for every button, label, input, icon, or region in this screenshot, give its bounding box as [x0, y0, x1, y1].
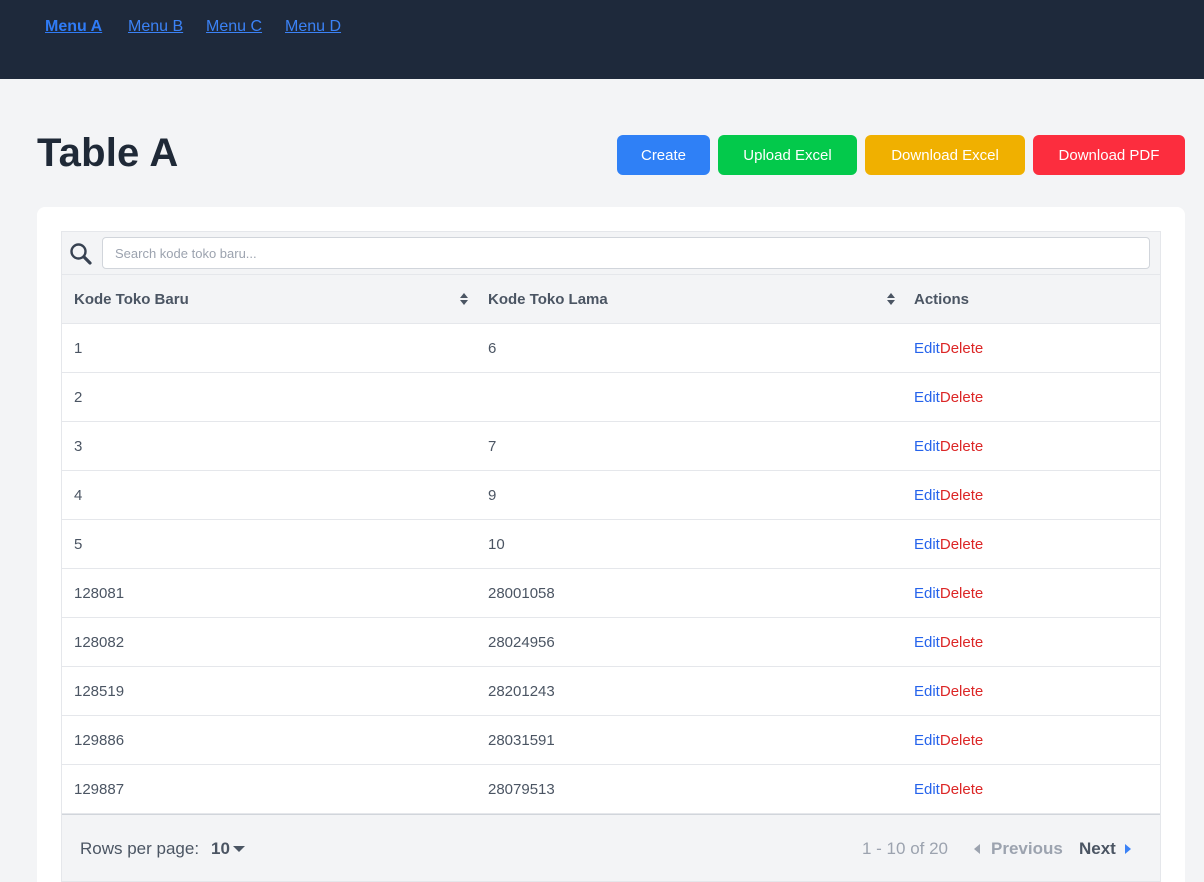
cell-kode-toko-lama: 28024956 [488, 634, 555, 651]
cell-actions: Edit Delete [914, 618, 983, 667]
page-title: Table A [37, 131, 179, 175]
chevron-right-icon [1124, 844, 1131, 854]
delete-link[interactable]: Delete [940, 683, 983, 700]
edit-link[interactable]: Edit [914, 487, 940, 504]
cell-actions: Edit Delete [914, 667, 983, 716]
edit-link[interactable]: Edit [914, 438, 940, 455]
edit-link[interactable]: Edit [914, 536, 940, 553]
sort-icon[interactable] [459, 291, 469, 307]
cell-kode-toko-baru: 1 [74, 340, 83, 357]
table-row: 4 9 Edit Delete [62, 471, 1160, 520]
rows-per-page-select[interactable]: 10 [211, 839, 245, 859]
caret-down-icon [232, 846, 245, 852]
cell-kode-toko-lama: 28031591 [488, 732, 555, 749]
cell-actions: Edit Delete [914, 422, 983, 471]
rows-per-page-label: Rows per page: [80, 839, 200, 858]
next-label: Next [1079, 839, 1116, 858]
pagination-range: 1 - 10 of 20 [862, 839, 949, 858]
nav-item-menu-a[interactable]: Menu A [45, 18, 102, 36]
previous-label: Previous [991, 839, 1063, 858]
download-pdf-button[interactable]: Download PDF [1033, 135, 1185, 175]
table-row: 128082 28024956 Edit Delete [62, 618, 1160, 667]
cell-kode-toko-baru: 128082 [74, 634, 125, 651]
cell-actions: Edit Delete [914, 716, 983, 765]
cell-kode-toko-lama: 28079513 [488, 781, 555, 798]
cell-actions: Edit Delete [914, 520, 983, 569]
cell-kode-toko-baru: 128081 [74, 585, 125, 602]
edit-link[interactable]: Edit [914, 781, 940, 798]
delete-link[interactable]: Delete [940, 585, 983, 602]
cell-kode-toko-baru: 128519 [74, 683, 125, 700]
delete-link[interactable]: Delete [940, 487, 983, 504]
cell-actions: Edit Delete [914, 569, 983, 618]
search-icon [70, 243, 92, 265]
cell-kode-toko-baru: 5 [74, 536, 83, 553]
search-bar [62, 232, 1160, 275]
next-button[interactable]: Next [1079, 839, 1131, 859]
cell-kode-toko-lama: 7 [488, 438, 497, 455]
cell-kode-toko-lama: 6 [488, 340, 497, 357]
cell-kode-toko-baru: 129887 [74, 781, 125, 798]
table-row: 3 7 Edit Delete [62, 422, 1160, 471]
table-row: 1 6 Edit Delete [62, 324, 1160, 373]
column-header-actions: Actions [914, 291, 970, 308]
nav-item-menu-b[interactable]: Menu B [128, 18, 183, 36]
column-header-kode-toko-baru[interactable]: Kode Toko Baru [74, 275, 189, 324]
table-row: 5 10 Edit Delete [62, 520, 1160, 569]
table-header: Kode Toko Baru Kode Toko Lama Actions [62, 275, 1160, 324]
search-input[interactable] [102, 237, 1150, 269]
delete-link[interactable]: Delete [940, 781, 983, 798]
edit-link[interactable]: Edit [914, 634, 940, 651]
delete-link[interactable]: Delete [940, 340, 983, 357]
create-button[interactable]: Create [617, 135, 710, 175]
cell-kode-toko-lama: 28001058 [488, 585, 555, 602]
cell-actions: Edit Delete [914, 324, 983, 373]
cell-actions: Edit Delete [914, 471, 983, 520]
table-row: 129887 28079513 Edit Delete [62, 765, 1160, 814]
cell-actions: Edit Delete [914, 373, 983, 422]
table-row: 129886 28031591 Edit Delete [62, 716, 1160, 765]
cell-actions: Edit Delete [914, 765, 983, 814]
edit-link[interactable]: Edit [914, 389, 940, 406]
table-row: 128081 28001058 Edit Delete [62, 569, 1160, 618]
edit-link[interactable]: Edit [914, 732, 940, 749]
delete-link[interactable]: Delete [940, 438, 983, 455]
delete-link[interactable]: Delete [940, 536, 983, 553]
nav-item-menu-c[interactable]: Menu C [206, 18, 262, 36]
cell-kode-toko-baru: 3 [74, 438, 83, 455]
table-row: 128519 28201243 Edit Delete [62, 667, 1160, 716]
download-excel-button[interactable]: Download Excel [865, 135, 1025, 175]
chevron-left-icon [974, 844, 980, 854]
cell-kode-toko-lama: 9 [488, 487, 497, 504]
delete-link[interactable]: Delete [940, 389, 983, 406]
edit-link[interactable]: Edit [914, 585, 940, 602]
cell-kode-toko-baru: 4 [74, 487, 83, 504]
previous-button[interactable]: Previous [974, 839, 1063, 859]
cell-kode-toko-lama: 10 [488, 536, 505, 553]
sort-icon[interactable] [886, 291, 896, 307]
cell-kode-toko-baru: 129886 [74, 732, 125, 749]
column-header-kode-toko-lama[interactable]: Kode Toko Lama [488, 275, 608, 324]
cell-kode-toko-baru: 2 [74, 389, 83, 406]
table-row: 2 Edit Delete [62, 373, 1160, 422]
top-nav: Menu A Menu B Menu C Menu D [0, 0, 1204, 79]
edit-link[interactable]: Edit [914, 340, 940, 357]
cell-kode-toko-lama: 28201243 [488, 683, 555, 700]
upload-excel-button[interactable]: Upload Excel [718, 135, 857, 175]
pagination-bar: Rows per page: 10 1 - 10 of 20 Previous … [62, 814, 1160, 881]
delete-link[interactable]: Delete [940, 634, 983, 651]
delete-link[interactable]: Delete [940, 732, 983, 749]
data-table: Kode Toko Baru Kode Toko Lama Actions 1 … [61, 231, 1161, 882]
rows-per-page-value: 10 [211, 839, 230, 858]
edit-link[interactable]: Edit [914, 683, 940, 700]
nav-item-menu-d[interactable]: Menu D [285, 18, 341, 36]
table-card: Kode Toko Baru Kode Toko Lama Actions 1 … [37, 207, 1185, 882]
